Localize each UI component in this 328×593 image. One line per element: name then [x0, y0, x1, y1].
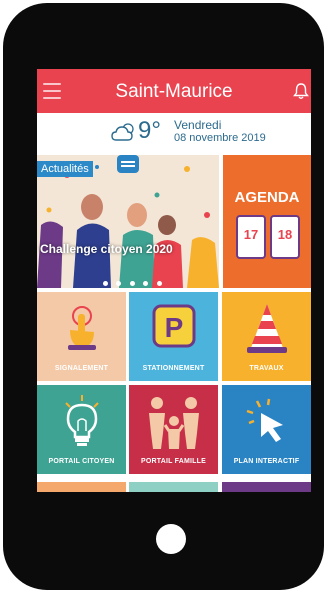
tile-label: STATIONNEMENT: [142, 365, 205, 372]
tile-plan-interactif[interactable]: PLAN INTERACTIF: [222, 385, 311, 474]
tile-partial[interactable]: [37, 482, 126, 492]
tile-portail-famille[interactable]: PORTAIL FAMILLE: [129, 385, 218, 474]
carousel-dot[interactable]: [143, 281, 149, 286]
news-badge: Actualités: [37, 161, 93, 177]
tile-label: TRAVAUX: [249, 365, 284, 372]
calendar-day: 17: [243, 227, 259, 242]
app-screen: Saint-Maurice 9° Vendredi 08 novembre 20…: [37, 69, 311, 492]
tile-partial[interactable]: [222, 482, 311, 492]
page-title: Saint-Maurice: [115, 81, 233, 102]
phone-frame: Saint-Maurice 9° Vendredi 08 novembre 20…: [3, 3, 324, 590]
parking-sign-icon: P: [129, 302, 218, 350]
cloud-sun-icon: [111, 123, 134, 141]
pointer-hand-icon: [37, 302, 126, 352]
news-carousel[interactable]: Actualités Challenge citoyen 2020: [37, 155, 219, 288]
tile-label: PORTAIL FAMILLE: [141, 458, 206, 465]
weather-bar: 9° Vendredi 08 novembre 2019: [37, 113, 311, 153]
carousel-dot[interactable]: [103, 281, 108, 286]
lightbulb-icon: [37, 395, 126, 449]
agenda-label: AGENDA: [234, 189, 300, 206]
tile-portail-citoyen[interactable]: PORTAIL CITOYEN: [37, 385, 126, 474]
calendar-day: 18: [277, 227, 293, 242]
carousel-dot[interactable]: [156, 281, 162, 286]
bell-icon[interactable]: [293, 82, 309, 100]
carousel-dot[interactable]: [116, 281, 122, 286]
tile-signalement[interactable]: SIGNALEMENT: [37, 292, 126, 381]
weather-day: Vendredi: [174, 118, 222, 132]
home-button[interactable]: [156, 524, 186, 554]
calendar-icon: 17: [236, 215, 266, 259]
tile-label: PORTAIL CITOYEN: [48, 458, 115, 465]
cursor-click-icon: [222, 395, 311, 447]
tile-stationnement[interactable]: P STATIONNEMENT: [129, 292, 218, 381]
carousel-dots[interactable]: [103, 273, 166, 288]
tile-partial[interactable]: [129, 482, 218, 492]
tile-label: PLAN INTERACTIF: [233, 458, 300, 465]
temperature: 9°: [138, 117, 161, 144]
calendar-icon: 18: [270, 215, 300, 259]
agenda-tile[interactable]: AGENDA 17 18: [223, 155, 311, 288]
family-icon: [129, 395, 218, 451]
carousel-dot[interactable]: [129, 281, 135, 286]
weather-date: 08 novembre 2019: [174, 132, 266, 144]
app-header: Saint-Maurice: [37, 69, 311, 113]
tile-label: SIGNALEMENT: [54, 365, 109, 372]
traffic-cone-icon: [222, 302, 311, 356]
tile-travaux[interactable]: TRAVAUX: [222, 292, 311, 381]
svg-text:P: P: [164, 312, 183, 343]
news-caption: Challenge citoyen 2020: [40, 242, 173, 256]
